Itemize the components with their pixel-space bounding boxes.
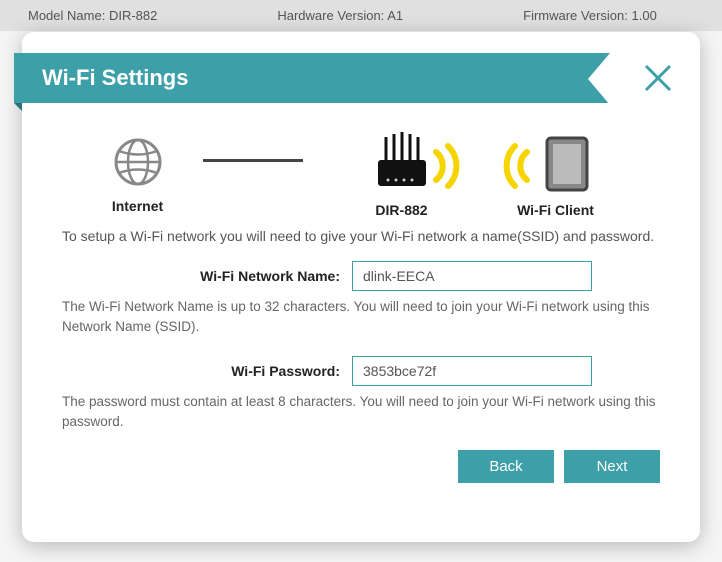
firmware-version: Firmware Version: 1.00 [523,8,657,23]
modal-title: Wi-Fi Settings [14,53,610,103]
internet-label: Internet [112,198,163,214]
globe-icon [112,136,164,188]
next-button[interactable]: Next [564,450,660,483]
router-label: DIR-882 [375,202,427,218]
password-input[interactable] [352,356,592,386]
ssid-label: Wi-Fi Network Name: [62,268,352,284]
intro-text: To setup a Wi-Fi network you will need t… [62,226,660,247]
router-icon [342,132,462,192]
client-device-icon [501,132,611,192]
model-name: Model Name: DIR-882 [28,8,157,23]
ssid-help-text: The Wi-Fi Network Name is up to 32 chara… [62,297,660,338]
ssid-input[interactable] [352,261,592,291]
wifi-settings-modal: Wi-Fi Settings Internet [22,32,700,542]
wired-connector [203,159,303,162]
password-help-text: The password must contain at least 8 cha… [62,392,660,433]
hardware-version: Hardware Version: A1 [277,8,403,23]
network-diagram: Internet DIR-88 [92,132,630,218]
password-label: Wi-Fi Password: [62,363,352,379]
back-button[interactable]: Back [458,450,554,483]
device-info-bar: Model Name: DIR-882 Hardware Version: A1… [0,0,722,31]
client-label: Wi-Fi Client [517,202,594,218]
close-icon[interactable] [640,60,676,96]
